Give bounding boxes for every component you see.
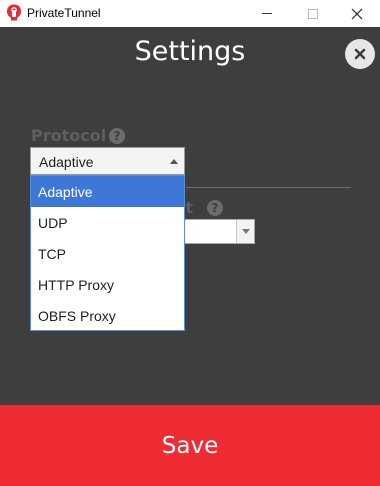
chevron-down-icon xyxy=(241,229,250,234)
protocol-select-value: Adaptive xyxy=(39,154,94,170)
protocol-select[interactable]: Adaptive xyxy=(30,147,185,175)
protocol-option-udp[interactable]: UDP xyxy=(31,207,184,238)
maximize-button[interactable] xyxy=(290,0,336,27)
chevron-up-icon xyxy=(170,159,178,164)
maximize-icon xyxy=(308,8,318,19)
second-field-select[interactable] xyxy=(184,219,255,244)
privatetunnel-logo-icon xyxy=(7,4,21,21)
divider xyxy=(186,187,351,188)
help-icon[interactable]: ? xyxy=(109,128,125,144)
window-title: PrivateTunnel xyxy=(27,6,101,20)
minimize-button[interactable] xyxy=(244,0,290,27)
protocol-option-http-proxy[interactable]: HTTP Proxy xyxy=(31,269,184,300)
protocol-option-tcp[interactable]: TCP xyxy=(31,238,184,269)
settings-close-button[interactable] xyxy=(345,39,375,69)
protocol-dropdown-list: Adaptive UDP TCP HTTP Proxy OBFS Proxy xyxy=(30,175,185,331)
close-icon xyxy=(351,8,363,19)
help-icon[interactable]: ? xyxy=(207,200,223,216)
window-titlebar: PrivateTunnel xyxy=(0,0,380,27)
protocol-label: Protocol xyxy=(31,126,107,145)
page-title: Settings xyxy=(134,36,246,67)
protocol-option-obfs-proxy[interactable]: OBFS Proxy xyxy=(31,300,184,331)
close-icon xyxy=(354,48,366,60)
minimize-icon xyxy=(262,13,272,14)
dropdown-arrow-button[interactable] xyxy=(236,220,254,243)
protocol-option-adaptive[interactable]: Adaptive xyxy=(31,176,184,207)
save-button[interactable]: Save xyxy=(0,405,380,486)
window-close-button[interactable] xyxy=(334,0,380,27)
